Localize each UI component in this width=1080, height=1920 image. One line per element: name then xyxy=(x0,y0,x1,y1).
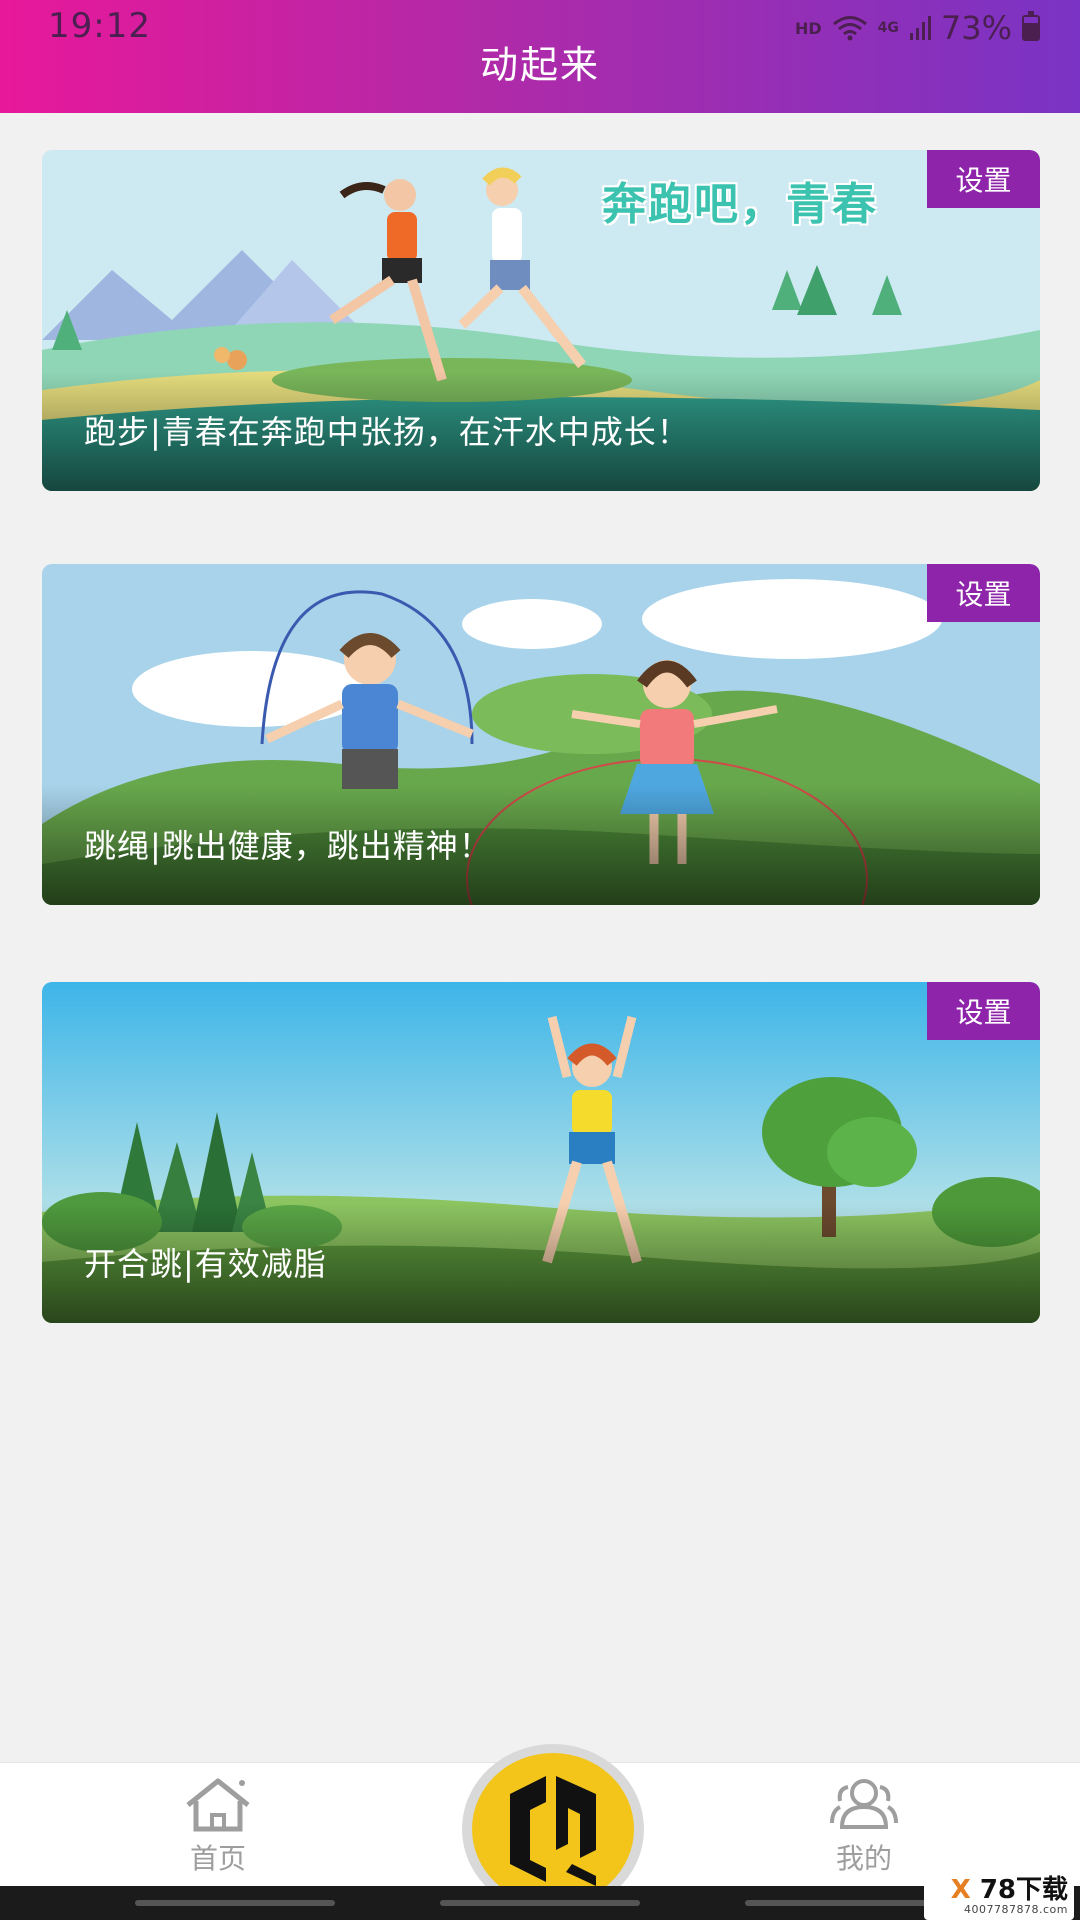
banner-slogan: 奔跑吧，青春 xyxy=(602,179,878,230)
card-caption: 开合跳|有效减脂 xyxy=(84,1245,327,1283)
nav-home[interactable] xyxy=(440,1900,640,1906)
card-jump-rope[interactable]: 跳绳|跳出健康，跳出精神！ 设置 xyxy=(42,564,1040,905)
home-icon xyxy=(186,1778,250,1832)
nav-back[interactable] xyxy=(135,1900,335,1906)
settings-badge[interactable]: 设置 xyxy=(927,150,1040,208)
nav-recents[interactable] xyxy=(745,1900,945,1906)
card-caption: 跑步|青春在奔跑中张扬，在汗水中成长！ xyxy=(84,413,690,451)
app-logo-icon xyxy=(510,1776,596,1886)
watermark: X 78下载 4007787878.com xyxy=(924,1872,1074,1920)
card-jumping-jacks[interactable]: 开合跳|有效减脂 设置 xyxy=(42,982,1040,1323)
page-title: 动起来 xyxy=(479,43,600,87)
card-running[interactable]: 奔跑吧，青春 跑步|青春在奔跑中张扬，在汗水中成长！ 设置 xyxy=(42,150,1040,491)
settings-badge[interactable]: 设置 xyxy=(927,564,1040,622)
tab-mine-label: 我的 xyxy=(835,1842,892,1875)
users-icon xyxy=(830,1779,898,1829)
tab-mine[interactable]: 我的 xyxy=(784,1775,944,1877)
app-header: 19:12 HD 4G 73% 动起来 xyxy=(0,0,1080,113)
settings-badge[interactable]: 设置 xyxy=(927,982,1040,1040)
tab-home[interactable]: 首页 xyxy=(138,1775,298,1877)
system-nav-bar xyxy=(0,1886,1080,1920)
tab-home-label: 首页 xyxy=(189,1842,246,1875)
card-caption: 跳绳|跳出健康，跳出精神！ xyxy=(84,827,492,865)
